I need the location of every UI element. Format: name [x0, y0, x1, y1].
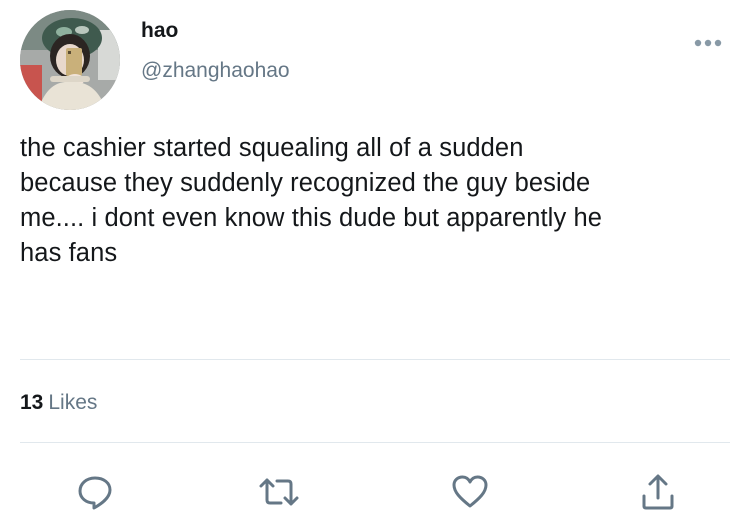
- reply-icon: [78, 476, 112, 510]
- share-button[interactable]: [636, 470, 680, 514]
- share-icon: [642, 474, 674, 510]
- tweet-text: the cashier started squealing all of a s…: [20, 131, 736, 271]
- heart-icon: [452, 475, 488, 508]
- retweet-icon: [259, 478, 299, 506]
- tweet-text-line: me.... i dont even know this dude but ap…: [20, 204, 603, 232]
- retweet-button[interactable]: [257, 470, 301, 514]
- likes-label: Likes: [48, 391, 98, 414]
- tweet-text-line: the cashier started squealing all of a s…: [20, 134, 524, 162]
- author-handle[interactable]: @zhanghaohao: [141, 57, 290, 85]
- tweet-text-line: has fans: [20, 239, 118, 267]
- reply-button[interactable]: [73, 470, 117, 514]
- more-options-button[interactable]: [693, 30, 723, 56]
- divider: [20, 442, 730, 443]
- tweet-text-line: because they suddenly recognized the guy…: [20, 169, 591, 197]
- tweet-card: hao @zhanghaohao the cashier started squ…: [0, 0, 750, 531]
- avatar[interactable]: [20, 10, 120, 110]
- likes-count: 13: [20, 391, 44, 414]
- likes-stat[interactable]: 13 Likes: [20, 389, 97, 417]
- like-button[interactable]: [448, 470, 492, 514]
- divider: [20, 359, 730, 360]
- avatar-photo: [20, 10, 120, 110]
- more-options-icon: [694, 39, 722, 47]
- author-display-name[interactable]: hao: [141, 17, 178, 45]
